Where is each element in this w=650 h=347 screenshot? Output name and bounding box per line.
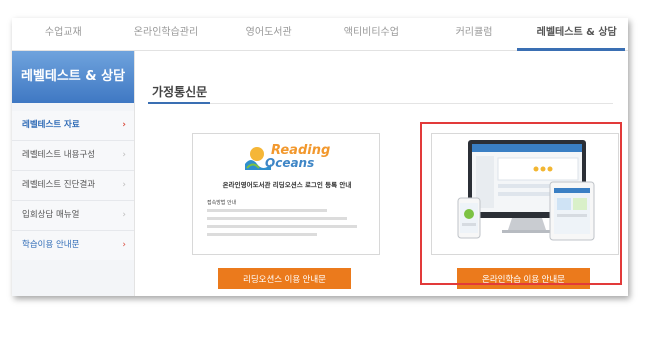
nav-item-english-library[interactable]: 영어도서관 <box>217 18 320 50</box>
sidebar-item-level-test-contents[interactable]: 레벨테스트 내용구성 › <box>12 140 134 170</box>
reading-oceans-guide-thumbnail[interactable]: Reading Oceans 온라인영어도서관 리딩오션스 로그인 등록 안내 … <box>192 133 380 255</box>
document-text-line <box>207 217 347 220</box>
sidebar-item-consultation-manual[interactable]: 입회상담 매뉴얼 › <box>12 200 134 230</box>
sidebar-item-learning-guide[interactable]: 학습이용 안내문 › <box>12 230 134 260</box>
divider <box>148 103 613 104</box>
reading-oceans-logo: Reading Oceans <box>243 142 333 172</box>
reading-oceans-guide-button[interactable]: 리딩오션스 이용 안내문 <box>218 268 351 289</box>
chevron-right-icon: › <box>122 120 126 130</box>
sidebar: 레벨테스트 & 상담 레벨테스트 자료 › 레벨테스트 내용구성 › 레벨테스트… <box>12 51 135 296</box>
sidebar-item-label: 레벨테스트 내용구성 <box>22 150 96 160</box>
nav-item-online-learning[interactable]: 온라인학습관리 <box>115 18 218 50</box>
logo-text-oceans: Oceans <box>265 156 315 170</box>
chevron-right-icon: › <box>122 210 126 220</box>
sidebar-item-label: 레벨테스트 자료 <box>22 120 80 130</box>
document-text-line <box>207 233 317 236</box>
page-title: 가정통신문 <box>152 85 208 99</box>
nav-item-textbooks[interactable]: 수업교재 <box>12 18 115 50</box>
chevron-right-icon: › <box>122 180 126 190</box>
title-underline <box>148 102 210 104</box>
nav-item-activity-class[interactable]: 액티비티수업 <box>320 18 423 50</box>
top-navigation: 수업교재 온라인학습관리 영어도서관 액티비티수업 커리큘럼 레벨테스트 & 상… <box>12 18 628 51</box>
document-section-label: 접속방법 안내 <box>207 200 237 206</box>
document-text-line <box>207 209 327 212</box>
document-text-line <box>207 225 357 228</box>
sidebar-item-level-test-results[interactable]: 레벨테스트 진단결과 › <box>12 170 134 200</box>
sidebar-item-label: 입회상담 매뉴얼 <box>22 210 80 220</box>
document-title: 온라인영어도서관 리딩오션스 로그인 등록 안내 <box>222 181 352 189</box>
chevron-right-icon: › <box>122 150 126 160</box>
nav-item-curriculum[interactable]: 커리큘럼 <box>423 18 526 50</box>
sidebar-item-level-test-materials[interactable]: 레벨테스트 자료 › <box>12 111 134 140</box>
sidebar-item-label: 학습이용 안내문 <box>22 240 80 250</box>
nav-item-level-test[interactable]: 레벨테스트 & 상담 <box>525 18 628 50</box>
chevron-right-icon: › <box>122 240 126 250</box>
sidebar-menu: 레벨테스트 자료 › 레벨테스트 내용구성 › 레벨테스트 진단결과 › 입회상… <box>12 111 134 260</box>
highlight-box <box>420 122 622 285</box>
sidebar-title: 레벨테스트 & 상담 <box>12 51 134 103</box>
sidebar-item-label: 레벨테스트 진단결과 <box>22 180 96 190</box>
